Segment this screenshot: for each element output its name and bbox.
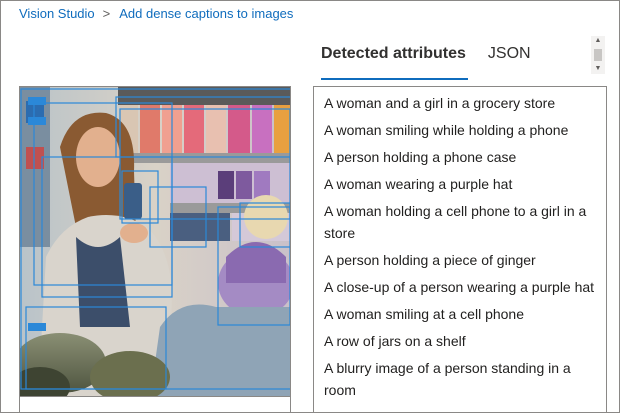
- list-item[interactable]: A woman wearing a purple hat: [324, 173, 598, 195]
- scroll-thumb[interactable]: [594, 49, 602, 61]
- breadcrumb-vision-studio-link[interactable]: Vision Studio: [19, 6, 95, 21]
- detected-attributes-list: A woman and a girl in a grocery store A …: [313, 86, 607, 413]
- list-item[interactable]: A woman and a girl in a grocery store: [324, 92, 598, 114]
- result-tabs: Detected attributes JSON: [321, 40, 531, 80]
- scroll-up-arrow-icon[interactable]: ▲: [591, 36, 605, 46]
- chevron-right-icon: >: [102, 6, 111, 21]
- scrollbar[interactable]: ▲ ▼: [591, 36, 605, 74]
- tab-detected-attributes[interactable]: Detected attributes: [321, 40, 468, 80]
- image-preview[interactable]: [19, 86, 291, 397]
- grocery-store-photo: [20, 87, 290, 396]
- list-item[interactable]: A person holding a phone case: [324, 146, 598, 168]
- scroll-down-arrow-icon[interactable]: ▼: [591, 64, 605, 74]
- tab-json[interactable]: JSON: [488, 40, 531, 74]
- list-item[interactable]: A row of jars on a shelf: [324, 330, 598, 352]
- image-panel-footer: [19, 397, 291, 413]
- list-item[interactable]: A woman smiling while holding a phone: [324, 119, 598, 141]
- breadcrumb-current-page[interactable]: Add dense captions to images: [119, 6, 293, 21]
- list-item[interactable]: A close-up of a person wearing a purple …: [324, 276, 598, 298]
- list-item[interactable]: A blurry image of a person standing in a…: [324, 357, 598, 401]
- list-item[interactable]: A woman smiling at a cell phone: [324, 303, 598, 325]
- breadcrumb: Vision Studio > Add dense captions to im…: [19, 6, 293, 21]
- list-item[interactable]: A person holding a piece of ginger: [324, 249, 598, 271]
- list-item[interactable]: A woman holding a cell phone to a girl i…: [324, 200, 598, 244]
